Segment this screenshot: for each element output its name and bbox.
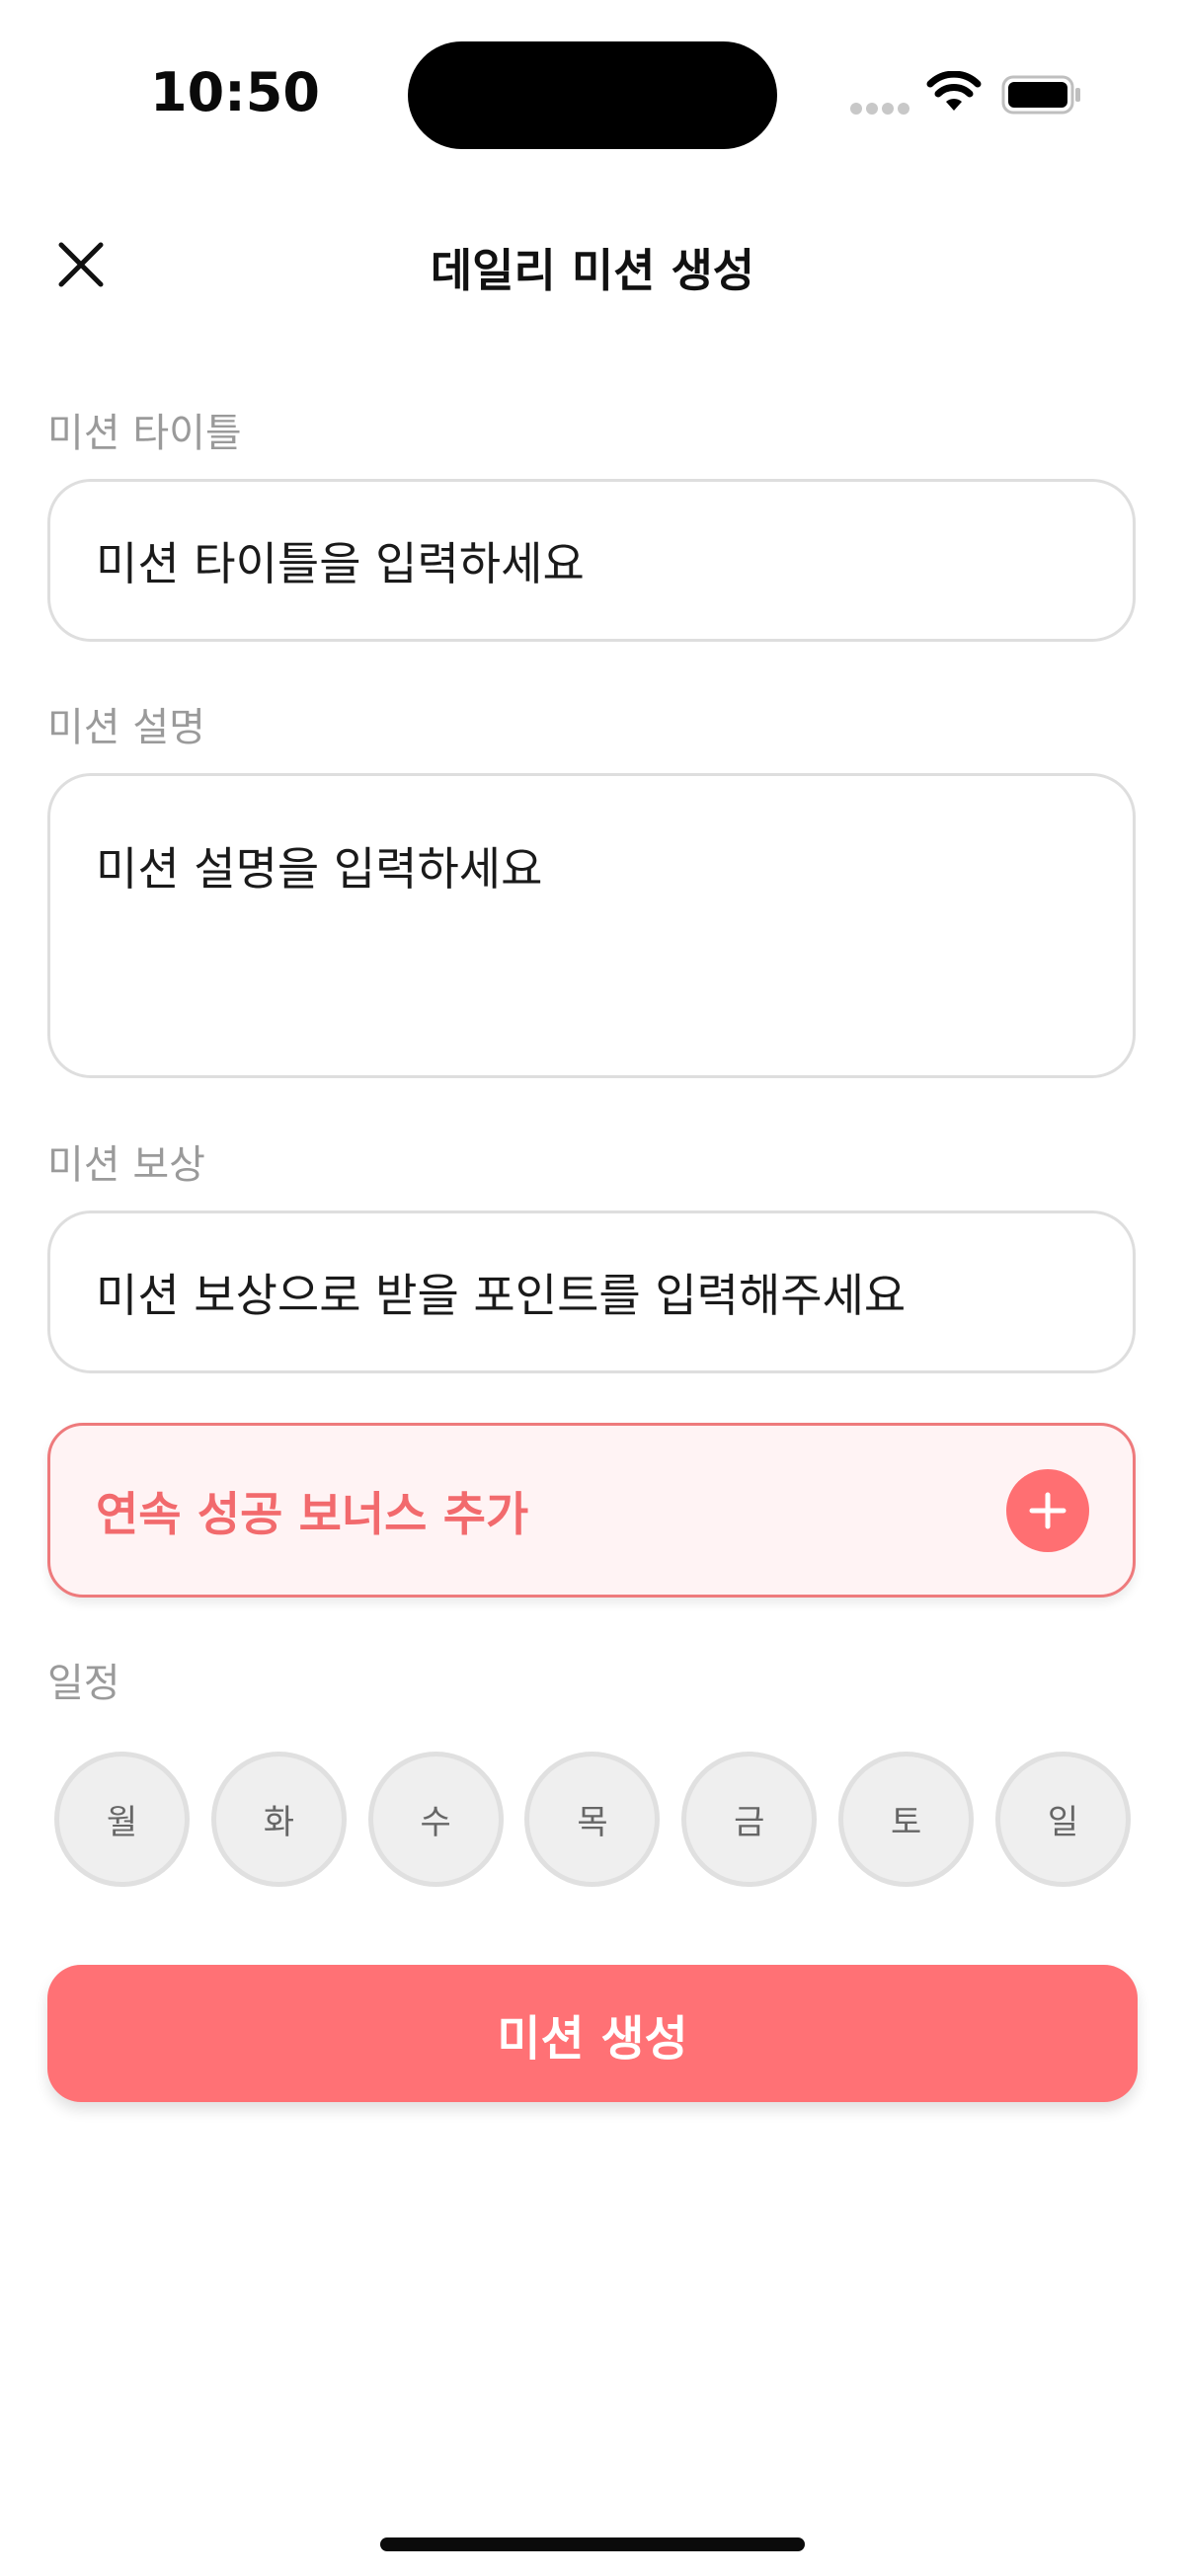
mission-reward-placeholder: 미션 보상으로 받을 포인트를 입력해주세요 [96,1268,907,1322]
wifi-icon [926,71,982,111]
status-time: 10:50 [150,61,320,123]
add-streak-bonus-button[interactable]: 연속 성공 보너스 추가 [47,1423,1136,1598]
cellular-signal-icon [850,100,913,118]
mission-description-textarea[interactable]: 미션 설명을 입력하세요 [47,773,1136,1078]
mission-title-label: 미션 타이틀 [47,411,242,456]
add-bonus-plus-button[interactable] [1006,1468,1089,1552]
day-toggle-wed[interactable]: 수 [367,1752,504,1887]
mission-title-input[interactable]: 미션 타이틀을 입력하세요 [47,479,1136,642]
plus-icon [1029,1492,1066,1528]
create-mission-button[interactable]: 미션 생성 [47,1965,1138,2102]
mission-title-placeholder: 미션 타이틀을 입력하세요 [96,536,585,590]
day-toggle-sun[interactable]: 일 [994,1752,1131,1887]
mission-reward-input[interactable]: 미션 보상으로 받을 포인트를 입력해주세요 [47,1210,1136,1373]
day-toggle-mon[interactable]: 월 [54,1752,190,1887]
battery-icon [1001,75,1080,115]
weekday-selector: 월 화 수 목 금 토 일 [54,1752,1131,1887]
home-indicator[interactable] [380,2537,805,2551]
dynamic-island [408,41,777,149]
day-toggle-fri[interactable]: 금 [681,1752,818,1887]
page-title: 데일리 미션 생성 [430,244,755,297]
mission-description-label: 미션 설명 [47,705,205,750]
mission-reward-label: 미션 보상 [47,1142,205,1188]
mission-description-placeholder: 미션 설명을 입력하세요 [96,842,543,896]
streak-bonus-label: 연속 성공 보너스 추가 [96,1488,529,1542]
day-toggle-thu[interactable]: 목 [524,1752,661,1887]
schedule-label: 일정 [47,1661,120,1706]
day-toggle-sat[interactable]: 토 [838,1752,975,1887]
day-toggle-tue[interactable]: 화 [210,1752,347,1887]
